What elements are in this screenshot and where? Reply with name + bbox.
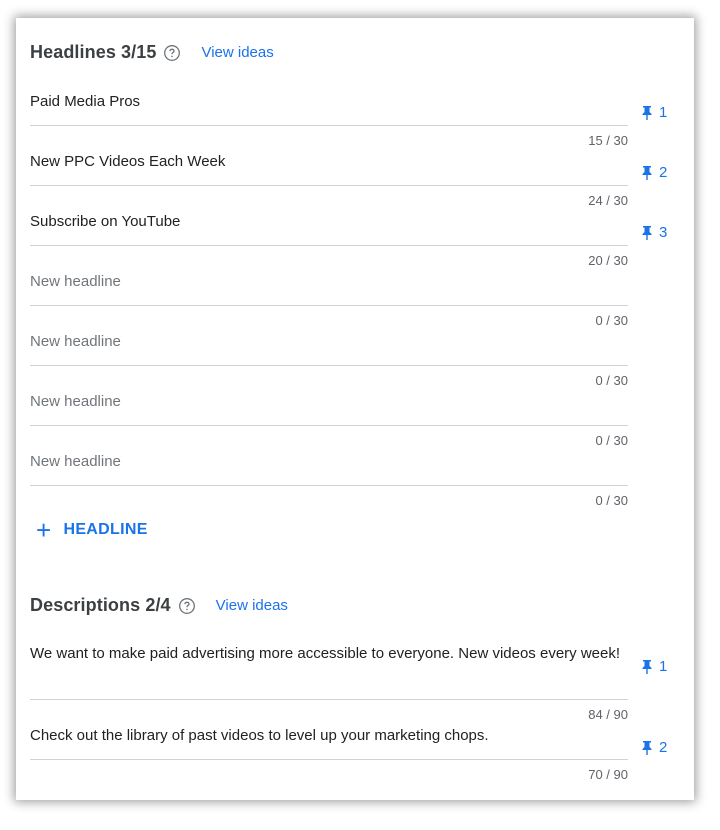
- pin-button-description-2[interactable]: 2: [642, 739, 667, 756]
- character-counter: 24 / 30: [588, 193, 628, 208]
- field-underline: [30, 245, 628, 246]
- pin-position: 1: [659, 658, 668, 675]
- headlines-view-ideas-link[interactable]: View ideas: [201, 44, 273, 61]
- help-circle-icon[interactable]: [163, 44, 181, 62]
- headline-placeholder[interactable]: New headline: [30, 332, 628, 352]
- field-underline: [30, 485, 628, 486]
- pin-icon: [642, 660, 652, 674]
- pin-position: 2: [659, 739, 668, 756]
- field-underline: [30, 365, 628, 366]
- headline-text[interactable]: Subscribe on YouTube: [30, 212, 628, 232]
- pin-icon: [642, 106, 652, 120]
- ad-assets-card: Headlines 3/15 View ideas Paid Media Pro…: [16, 18, 694, 800]
- headline-placeholder[interactable]: New headline: [30, 452, 628, 472]
- pin-icon: [642, 741, 652, 755]
- character-counter: 70 / 90: [588, 767, 628, 782]
- headline-text[interactable]: New PPC Videos Each Week: [30, 152, 628, 172]
- add-headline-button[interactable]: + HEADLINE: [36, 515, 148, 545]
- character-counter: 15 / 30: [588, 133, 628, 148]
- pin-button-headline-3[interactable]: 3: [642, 224, 667, 241]
- field-underline: [30, 125, 628, 126]
- pin-icon: [642, 166, 652, 180]
- field-underline: [30, 305, 628, 306]
- description-text[interactable]: We want to make paid advertising more ac…: [30, 644, 620, 664]
- headline-text[interactable]: Paid Media Pros: [30, 92, 628, 112]
- character-counter: 0 / 30: [595, 493, 628, 508]
- character-counter: 20 / 30: [588, 253, 628, 268]
- headlines-header: Headlines 3/15 View ideas: [30, 42, 274, 63]
- character-counter: 0 / 30: [595, 433, 628, 448]
- descriptions-title: Descriptions 2/4: [30, 595, 171, 615]
- description-text[interactable]: Check out the library of past videos to …: [30, 726, 628, 746]
- field-underline: [30, 759, 628, 760]
- field-underline: [30, 185, 628, 186]
- add-headline-label: HEADLINE: [63, 521, 148, 538]
- headline-placeholder[interactable]: New headline: [30, 392, 628, 412]
- character-counter: 0 / 30: [595, 313, 628, 328]
- help-circle-icon[interactable]: [178, 597, 196, 615]
- pin-position: 1: [659, 104, 668, 121]
- headline-placeholder[interactable]: New headline: [30, 272, 628, 292]
- field-underline: [30, 699, 628, 700]
- pin-icon: [642, 226, 652, 240]
- pin-button-headline-1[interactable]: 1: [642, 104, 667, 121]
- descriptions-view-ideas-link[interactable]: View ideas: [216, 597, 288, 614]
- field-underline: [30, 425, 628, 426]
- pin-button-description-1[interactable]: 1: [642, 658, 667, 675]
- descriptions-header: Descriptions 2/4 View ideas: [30, 595, 288, 616]
- pin-position: 2: [659, 164, 668, 181]
- pin-button-headline-2[interactable]: 2: [642, 164, 667, 181]
- character-counter: 84 / 90: [588, 707, 628, 722]
- pin-position: 3: [659, 224, 668, 241]
- plus-icon: +: [36, 515, 52, 545]
- character-counter: 0 / 30: [595, 373, 628, 388]
- headlines-title: Headlines 3/15: [30, 42, 157, 62]
